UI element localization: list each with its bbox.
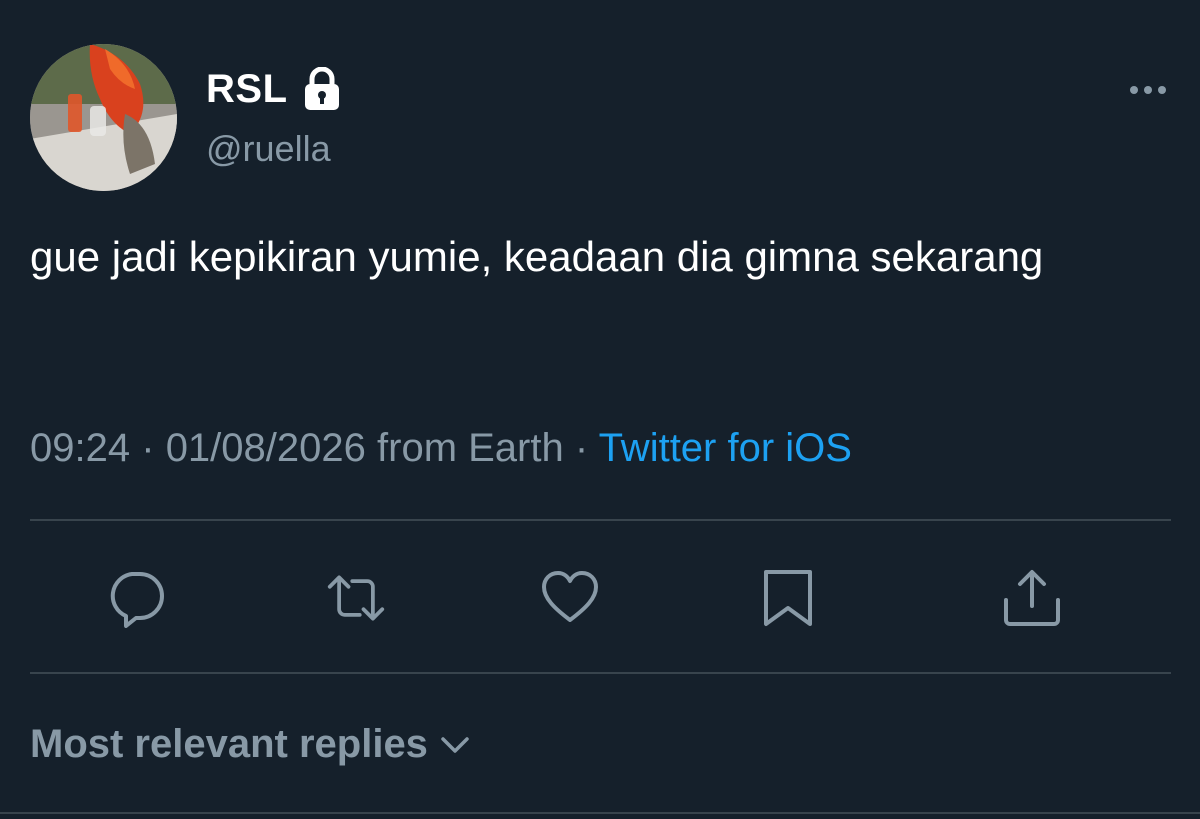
meta-separator: · bbox=[574, 426, 589, 470]
tweet-metadata: 09:24 · 01/08/2026 from Earth · Twitter … bbox=[30, 426, 852, 471]
share-icon bbox=[1004, 570, 1060, 626]
lock-icon bbox=[302, 66, 342, 111]
divider bbox=[30, 519, 1171, 521]
reply-button[interactable] bbox=[106, 568, 166, 628]
tweet-date[interactable]: 01/08/2026 bbox=[166, 426, 366, 470]
display-name[interactable]: RSL bbox=[206, 67, 288, 112]
tweet-source-link[interactable]: Twitter for iOS bbox=[599, 426, 852, 470]
replies-sort-toggle[interactable]: Most relevant replies bbox=[30, 722, 470, 767]
tweet-text: gue jadi kepikiran yumie, keadaan dia gi… bbox=[30, 233, 1044, 280]
chevron-down-icon bbox=[441, 736, 469, 753]
heart-icon bbox=[542, 571, 598, 622]
share-button[interactable] bbox=[1002, 568, 1062, 628]
reply-icon bbox=[110, 572, 164, 628]
retweet-icon bbox=[327, 575, 385, 621]
tweet-time[interactable]: 09:24 bbox=[30, 426, 130, 470]
retweet-button[interactable] bbox=[326, 568, 386, 628]
avatar[interactable] bbox=[30, 44, 177, 191]
tweet-detail: RSL @ruella gue jadi kepikiran yumie, ke… bbox=[0, 0, 1200, 819]
divider bbox=[30, 672, 1171, 674]
author-handle[interactable]: @ruella bbox=[206, 128, 331, 170]
like-button[interactable] bbox=[540, 568, 600, 628]
tweet-location: from Earth bbox=[377, 426, 564, 470]
author-name-row: RSL bbox=[206, 64, 342, 114]
bookmark-button[interactable] bbox=[758, 568, 818, 628]
meta-separator: · bbox=[141, 426, 155, 470]
divider bbox=[0, 812, 1200, 814]
replies-sort-label: Most relevant replies bbox=[30, 722, 428, 766]
more-options-icon[interactable] bbox=[1126, 80, 1170, 100]
bookmark-icon bbox=[764, 570, 812, 626]
